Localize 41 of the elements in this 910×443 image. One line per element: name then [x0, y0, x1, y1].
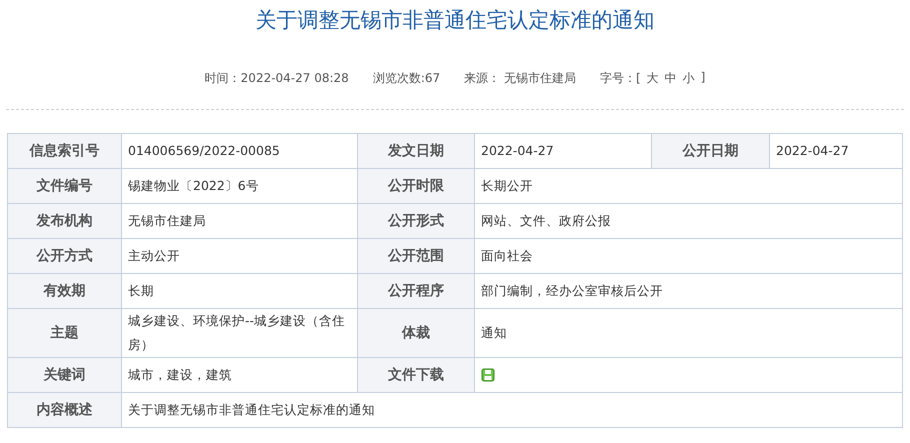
- label-cell: 文件编号: [8, 168, 122, 204]
- label-cell: 公开程序: [358, 274, 474, 308]
- bracket-text: ]: [700, 70, 706, 86]
- font-size-link[interactable]: 小: [682, 70, 695, 87]
- label-cell: 关键词: [8, 358, 122, 392]
- article-title: 关于调整无锡市非普通住宅认定标准的通知: [254, 7, 656, 34]
- label-cell: 公开时限: [358, 168, 474, 204]
- value-cell: 014006569/2022-00085: [122, 134, 358, 168]
- label-cell: 公开日期: [652, 134, 770, 168]
- label-cell: 公开形式: [358, 204, 474, 238]
- value-cell: 网站、文件、政府公报: [474, 204, 902, 238]
- value-cell: 2022-04-27: [474, 134, 652, 168]
- value-cell: 锡建物业〔2022〕6号: [122, 168, 358, 204]
- value-cell: 长期公开: [474, 168, 902, 204]
- value-cell: 城市，建设，建筑: [122, 358, 358, 392]
- label-cell: 发文日期: [358, 134, 474, 168]
- label-cell: 体裁: [358, 308, 474, 358]
- value-cell: 2022-04-27: [770, 134, 902, 168]
- label-cell: 主题: [8, 308, 122, 358]
- font-size-link[interactable]: 中: [664, 70, 677, 87]
- meta-text: 时间：2022-04-27 08:28: [204, 70, 349, 87]
- label-cell: 有效期: [8, 274, 122, 308]
- value-cell: 部门编制，经办公室审核后公开: [474, 274, 902, 308]
- label-cell: 内容概述: [8, 392, 122, 428]
- meta-text: 来源： 无锡市住建局: [464, 70, 576, 87]
- label-cell: 发布机构: [8, 204, 122, 238]
- value-cell: 关于调整无锡市非普通住宅认定标准的通知: [122, 392, 902, 428]
- meta-text: 浏览次数:67: [372, 70, 440, 87]
- label-cell: 公开范围: [358, 238, 474, 274]
- value-cell: 城乡建设、环境保护--城乡建设（含住房）: [122, 308, 358, 358]
- value-cell: 长期: [122, 274, 358, 308]
- value-cell: 面向社会: [474, 238, 902, 274]
- value-cell: 主动公开: [122, 238, 358, 274]
- font-size-link[interactable]: 大: [646, 70, 659, 87]
- label-cell: 信息索引号: [8, 134, 122, 168]
- save-icon[interactable]: [481, 368, 495, 382]
- label-cell: 公开方式: [8, 238, 122, 274]
- value-cell: 通知: [474, 308, 902, 358]
- value-cell: 无锡市住建局: [122, 204, 358, 238]
- label-cell: 文件下载: [358, 358, 474, 392]
- font-size-label: 字号：[: [600, 70, 641, 87]
